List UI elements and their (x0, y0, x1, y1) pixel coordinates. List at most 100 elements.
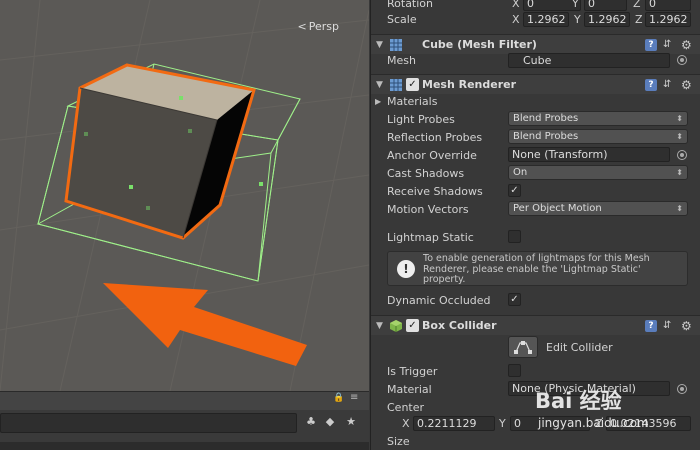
gear-icon[interactable]: ⚙ (681, 39, 693, 51)
box-collider-enabled-checkbox[interactable]: ✓ (406, 319, 419, 332)
light-probes-dropdown[interactable]: Blend Probes ⬍ (508, 111, 688, 126)
center-y-label: Y (499, 416, 506, 430)
box-collider-header[interactable]: ▼ ✓ Box Collider ? ⇵ ⚙ (371, 315, 700, 335)
motion-vectors-label: Motion Vectors (387, 202, 469, 216)
mesh-field[interactable]: Cube (508, 52, 670, 68)
inspector-panel: Rotation X 0 Y 0 Z 0 Scale X 1.2962 Y 1.… (370, 0, 700, 450)
help-icon[interactable]: ? (645, 319, 657, 332)
mesh-filter-title: Cube (Mesh Filter) (422, 38, 537, 51)
receive-shadows-checkbox[interactable]: ✓ (508, 184, 521, 197)
gear-icon[interactable]: ⚙ (681, 79, 693, 91)
preset-icon[interactable]: ⇵ (663, 79, 675, 91)
object-picker-icon[interactable] (677, 150, 687, 160)
annotation-arrow (103, 283, 307, 366)
edit-collider-icon (514, 341, 532, 354)
center-x-field[interactable]: 0.2211129 (413, 415, 495, 431)
size-label: Size (387, 434, 410, 448)
materials-label: Materials (387, 94, 438, 108)
layers-icon[interactable]: ♣ (302, 413, 320, 431)
center-values-row: X 0.2211129 Y 0 Z 0.02143596 (371, 414, 700, 432)
rotation-label: Rotation (387, 0, 434, 10)
star-icon[interactable]: ★ (342, 413, 360, 431)
materials-foldout-icon[interactable]: ▶ (375, 97, 381, 106)
scene-view[interactable]: < Persp 🔒 ≡ ♣ ◆ ★ (0, 0, 369, 450)
mesh-renderer-title: Mesh Renderer (422, 78, 517, 91)
scale-y-field[interactable]: 1.2962 (584, 11, 630, 27)
rotation-z-label: Z (633, 0, 641, 10)
reflection-probes-dropdown[interactable]: Blend Probes ⬍ (508, 129, 688, 144)
size-row: Size (371, 432, 700, 450)
mesh-renderer-enabled-checkbox[interactable]: ✓ (406, 78, 419, 91)
rotation-z-field[interactable]: 0 (645, 0, 691, 11)
dynamic-occluded-row: Dynamic Occluded ✓ (371, 291, 700, 309)
lightmap-help-box: ! To enable generation of lightmaps for … (387, 251, 688, 286)
material-label: Material (387, 382, 432, 396)
reflection-probes-value: Blend Probes (513, 131, 579, 142)
is-trigger-label: Is Trigger (387, 364, 438, 378)
anchor-override-field[interactable]: None (Transform) (508, 147, 670, 162)
lightmap-static-row: Lightmap Static (371, 228, 700, 246)
help-icon[interactable]: ? (645, 38, 657, 51)
light-probes-row: Light Probes Blend Probes ⬍ (371, 110, 700, 128)
motion-vectors-row: Motion Vectors Per Object Motion ⬍ (371, 200, 700, 218)
foldout-arrow-icon[interactable]: ▼ (376, 80, 383, 90)
receive-shadows-label: Receive Shadows (387, 184, 483, 198)
center-label: Center (387, 400, 425, 414)
scene-bottom-panel: ♣ ◆ ★ (0, 410, 369, 450)
box-collider-icon (390, 320, 402, 332)
cast-shadows-dropdown[interactable]: On ⬍ (508, 165, 688, 180)
foldout-arrow-icon[interactable]: ▼ (376, 40, 383, 50)
lightmap-static-label: Lightmap Static (387, 230, 474, 244)
help-icon[interactable]: ? (645, 78, 657, 91)
reflection-probes-label: Reflection Probes (387, 130, 483, 144)
mesh-renderer-icon (390, 79, 402, 91)
dropdown-arrow-icon: ⬍ (676, 114, 683, 123)
object-picker-icon[interactable] (677, 55, 687, 65)
preset-icon[interactable]: ⇵ (663, 39, 675, 51)
lightmap-help-text: To enable generation of lightmaps for th… (423, 253, 650, 285)
scale-z-field[interactable]: 1.2962 (645, 11, 691, 27)
cast-shadows-label: Cast Shadows (387, 166, 465, 180)
dynamic-occluded-label: Dynamic Occluded (387, 293, 491, 307)
is-trigger-checkbox[interactable] (508, 364, 521, 377)
menu-icon[interactable]: ≡ (350, 392, 358, 403)
anchor-override-label: Anchor Override (387, 148, 477, 162)
center-x-label: X (402, 416, 410, 430)
is-trigger-row: Is Trigger (371, 362, 700, 380)
scene-viewport[interactable] (0, 0, 369, 391)
mesh-filter-icon (390, 39, 402, 51)
light-probes-label: Light Probes (387, 112, 455, 126)
object-picker-icon[interactable] (677, 384, 687, 394)
lightmap-static-checkbox[interactable] (508, 230, 521, 243)
anchor-override-value: None (Transform) (512, 148, 608, 161)
reflection-probes-row: Reflection Probes Blend Probes ⬍ (371, 128, 700, 146)
rotation-x-label: X (512, 0, 520, 10)
mesh-value: Cube (523, 53, 552, 67)
dynamic-occluded-checkbox[interactable]: ✓ (508, 293, 521, 306)
scale-x-field[interactable]: 1.2962 (523, 11, 569, 27)
search-input[interactable] (0, 413, 297, 433)
mesh-renderer-header[interactable]: ▼ ✓ Mesh Renderer ? ⇵ ⚙ (371, 74, 700, 94)
projection-label: Persp (308, 20, 339, 33)
edit-collider-button[interactable] (508, 336, 538, 358)
baidu-watermark-logo: Bai 经验 (535, 389, 622, 413)
projection-toggle[interactable]: < Persp (298, 20, 339, 33)
mesh-row: Mesh Cube (371, 51, 700, 69)
baidu-watermark-url: jingyan.baidu.com (538, 416, 649, 430)
edit-collider-label: Edit Collider (546, 341, 613, 354)
materials-row[interactable]: ▶ Materials (371, 92, 700, 110)
lock-icon[interactable]: 🔒 (333, 393, 345, 404)
motion-vectors-value: Per Object Motion (513, 203, 602, 214)
preset-icon[interactable]: ⇵ (663, 320, 675, 332)
tag-icon[interactable]: ◆ (321, 413, 339, 431)
cast-shadows-row: Cast Shadows On ⬍ (371, 164, 700, 182)
rotation-y-field[interactable]: 0 (584, 0, 627, 11)
motion-vectors-dropdown[interactable]: Per Object Motion ⬍ (508, 201, 688, 216)
scale-row: Scale X 1.2962 Y 1.2962 Z 1.2962 (371, 10, 700, 28)
dropdown-arrow-icon: ⬍ (676, 168, 683, 177)
foldout-arrow-icon[interactable]: ▼ (376, 321, 383, 331)
horizontal-scrollbar[interactable] (0, 442, 369, 450)
gear-icon[interactable]: ⚙ (681, 320, 693, 332)
rotation-y-label: Y (572, 0, 579, 10)
box-collider-title: Box Collider (422, 319, 497, 332)
